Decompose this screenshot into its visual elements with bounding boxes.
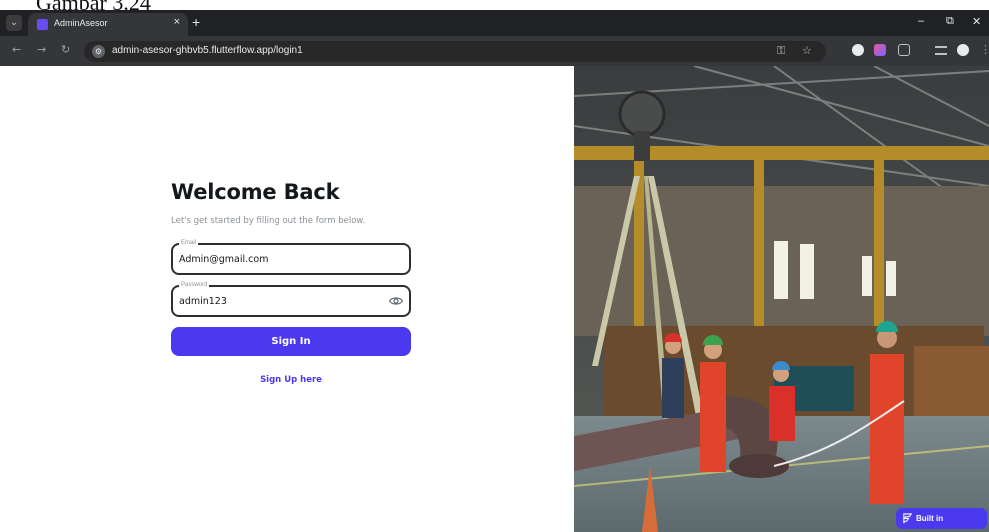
flutterflow-icon bbox=[903, 513, 913, 524]
browser-tab-bar: ⌄ AdminAsesor × + – ⧉ ✕ bbox=[0, 10, 989, 36]
menu-icon[interactable]: ⋮ bbox=[980, 43, 989, 56]
extension-icon[interactable] bbox=[852, 44, 864, 56]
browser-tab[interactable]: AdminAsesor × bbox=[28, 13, 188, 36]
tab-search-icon[interactable]: ⌄ bbox=[6, 15, 22, 31]
sign-up-link[interactable]: Sign Up here bbox=[171, 375, 411, 385]
extension-icon[interactable] bbox=[874, 44, 886, 56]
forward-button[interactable]: → bbox=[37, 43, 46, 56]
password-key-icon[interactable]: ⚿ bbox=[777, 44, 785, 58]
page-title: Welcome Back bbox=[171, 180, 340, 204]
site-info-icon[interactable]: ⚙ bbox=[92, 45, 105, 58]
star-icon[interactable]: ☆ bbox=[802, 44, 812, 57]
profile-icon[interactable] bbox=[957, 44, 969, 56]
document-caption: Gambar 3.24 bbox=[36, 0, 151, 10]
warehouse-photo-illustration bbox=[574, 66, 989, 532]
hero-photo bbox=[574, 66, 989, 532]
page: Gambar 3.24 ⌄ AdminAsesor × + – ⧉ ✕ ← → … bbox=[0, 0, 989, 532]
reading-list-icon[interactable] bbox=[935, 46, 947, 55]
email-label: Email bbox=[179, 239, 199, 247]
favicon-icon bbox=[37, 19, 48, 30]
maximize-button[interactable]: ⧉ bbox=[946, 15, 954, 28]
login-page: Welcome Back Let's get started by fillin… bbox=[0, 66, 989, 532]
browser-toolbar: ← → ↻ ⚙ admin-asesor-ghbvb5.flutterflow.… bbox=[0, 36, 989, 66]
email-field[interactable]: Email bbox=[171, 239, 411, 275]
sign-in-button[interactable]: Sign In bbox=[171, 327, 411, 356]
password-label: Password bbox=[179, 281, 210, 289]
close-window-button[interactable]: ✕ bbox=[972, 15, 981, 28]
password-input[interactable] bbox=[179, 296, 379, 307]
tab-title: AdminAsesor bbox=[54, 18, 108, 28]
extensions-icon[interactable] bbox=[898, 44, 910, 56]
tab-close-button[interactable]: × bbox=[174, 16, 180, 28]
email-input[interactable] bbox=[179, 254, 379, 265]
built-in-flutterflow-badge[interactable]: Built in FlutterFlow bbox=[896, 508, 987, 529]
page-subtitle: Let's get started by filling out the for… bbox=[171, 216, 366, 226]
reload-button[interactable]: ↻ bbox=[61, 43, 70, 56]
url-text: admin-asesor-ghbvb5.flutterflow.app/logi… bbox=[112, 45, 303, 56]
badge-label: Built in FlutterFlow bbox=[916, 514, 944, 523]
address-bar[interactable]: ⚙ admin-asesor-ghbvb5.flutterflow.app/lo… bbox=[84, 41, 826, 62]
password-field[interactable]: Password bbox=[171, 281, 411, 317]
minimize-button[interactable]: – bbox=[918, 15, 924, 27]
new-tab-button[interactable]: + bbox=[192, 14, 200, 30]
back-button[interactable]: ← bbox=[12, 43, 21, 56]
eye-icon[interactable] bbox=[389, 294, 403, 308]
